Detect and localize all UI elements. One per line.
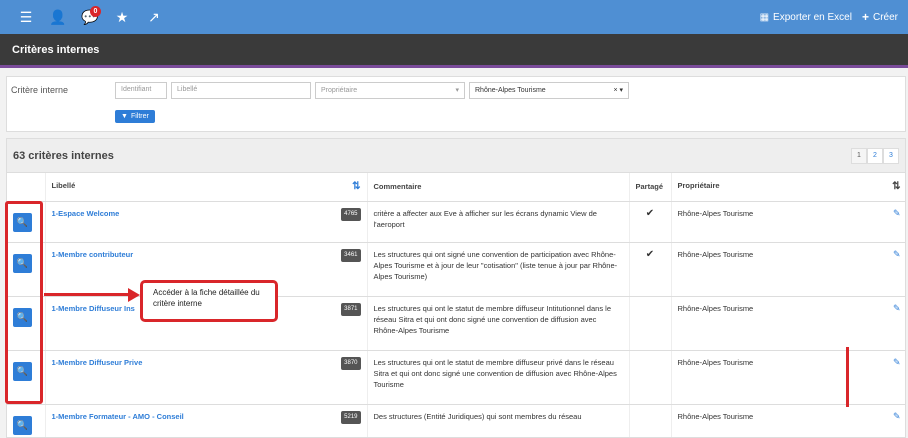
id-badge: 5219	[341, 410, 361, 424]
top-navbar: ☰ 👤 💬 0 ★ ↗ ▦ Exporter en Excel + Créer	[0, 0, 908, 34]
edit-icon[interactable]: ✎	[893, 357, 901, 368]
id-badge: 3871	[341, 302, 361, 316]
arrow-shaft	[44, 293, 130, 296]
share-icon[interactable]: ↗	[138, 9, 170, 26]
page-2[interactable]: 2	[867, 147, 883, 164]
star-icon[interactable]: ★	[106, 9, 138, 26]
edit-icon[interactable]: ✎	[893, 303, 901, 314]
identifiant-input[interactable]: Identifiant	[115, 81, 167, 99]
criterion-link[interactable]: 1-Membre Formateur - AMO - Conseil	[52, 412, 184, 421]
page-3[interactable]: 3	[883, 147, 899, 164]
owner-select[interactable]: Rhône-Alpes Tourisme × ▾	[469, 81, 629, 99]
id-badge: 4765	[341, 207, 361, 221]
criterion-link[interactable]: 1-Membre Diffuseur Ins	[52, 304, 135, 313]
sort-icon[interactable]: ⇅	[892, 181, 900, 192]
criterion-link[interactable]: 1-Espace Welcome	[52, 209, 120, 218]
comment-cell: Les structures qui ont signé une convent…	[367, 242, 630, 297]
menu-icon[interactable]: ☰	[10, 9, 42, 26]
sort-icon[interactable]: ⇅	[352, 181, 360, 192]
edit-icon[interactable]: ✎	[893, 411, 901, 422]
criterion-link[interactable]: 1-Membre contributeur	[52, 250, 134, 259]
arrow-head	[128, 288, 140, 302]
annotation-callout: Accéder à la fiche détaillée du critère …	[140, 280, 278, 322]
highlight-bar	[846, 347, 849, 407]
edit-icon[interactable]: ✎	[893, 208, 901, 219]
column-proprietaire[interactable]: Propriétaire ⇅	[671, 173, 905, 202]
pagination: 1 2 3	[851, 147, 899, 164]
owner-cell: Rhône-Alpes Tourisme	[677, 357, 754, 367]
owner-cell: Rhône-Alpes Tourisme	[677, 249, 754, 259]
shared-check	[629, 296, 672, 351]
column-partage: Partagé	[629, 173, 672, 202]
filter-label: Critère interne	[11, 85, 69, 95]
id-badge: 3461	[341, 248, 361, 262]
shared-check: ✔	[629, 201, 672, 243]
owner-cell: Rhône-Alpes Tourisme	[677, 303, 754, 313]
column-commentaire: Commentaire	[367, 173, 630, 202]
page-title: Critères internes	[0, 34, 908, 68]
shared-check	[629, 350, 672, 405]
notification-badge: 0	[90, 5, 101, 17]
comment-cell: critère a affecter aux Eve à afficher su…	[367, 201, 630, 243]
shared-check: ✔	[629, 242, 672, 297]
column-libelle[interactable]: Libellé ⇅	[45, 173, 368, 202]
table-row: 🔍 5219 1-Membre Formateur - AMO - Conseil…	[7, 404, 905, 437]
table-row: 🔍 3870 1-Membre Diffuseur Prive Les struc…	[7, 350, 905, 405]
owner-cell: Rhône-Alpes Tourisme	[677, 208, 754, 218]
shared-check	[629, 404, 672, 437]
chevron-down-icon: ▾	[455, 87, 459, 94]
table-row: 🔍 4765 1-Espace Welcome critère a affecte…	[7, 201, 905, 243]
plus-icon: +	[861, 10, 869, 24]
create-button[interactable]: + Créer	[862, 10, 898, 24]
user-icon[interactable]: 👤	[42, 9, 74, 26]
filter-button[interactable]: ▼ Filtrer	[115, 109, 155, 123]
filter-panel: Critère interne Identifiant Libellé Prop…	[6, 76, 906, 132]
clear-icon[interactable]: ×	[613, 87, 617, 94]
spreadsheet-icon: ▦	[759, 11, 770, 23]
notifications-icon[interactable]: 💬 0	[74, 5, 106, 26]
owner-cell: Rhône-Alpes Tourisme	[677, 411, 754, 421]
id-badge: 3870	[341, 356, 361, 370]
proprietaire-select[interactable]: Propriétaire ▾	[315, 81, 465, 99]
comment-cell: Les structures qui ont le statut de memb…	[367, 296, 630, 351]
page-1[interactable]: 1	[851, 147, 867, 164]
comment-cell: Les structures qui ont le statut de memb…	[367, 350, 630, 405]
libelle-input[interactable]: Libellé	[171, 81, 311, 99]
export-excel-button[interactable]: ▦ Exporter en Excel	[760, 12, 852, 23]
view-details-button[interactable]: 🔍	[13, 415, 32, 435]
search-icon: 🔍	[16, 419, 29, 430]
edit-icon[interactable]: ✎	[893, 249, 901, 260]
results-count: 63 critères internes	[13, 149, 114, 162]
comment-cell: Des structures (Entité Juridiques) qui s…	[367, 404, 630, 437]
chevron-down-icon: ▾	[619, 87, 623, 94]
criterion-link[interactable]: 1-Membre Diffuseur Prive	[52, 358, 143, 367]
filter-icon: ▼	[121, 112, 128, 120]
highlight-box	[5, 201, 43, 404]
